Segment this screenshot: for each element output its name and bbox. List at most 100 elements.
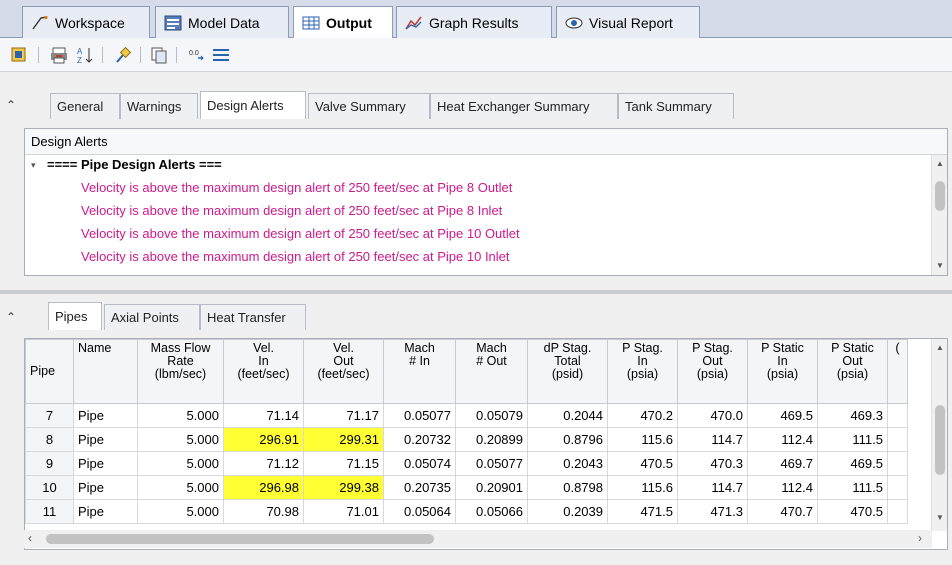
- table-cell[interactable]: 112.4: [747, 427, 818, 452]
- scroll-thumb[interactable]: [935, 405, 945, 475]
- scroll-down-icon[interactable]: ▼: [932, 513, 947, 522]
- table-cell[interactable]: 0.05074: [383, 451, 456, 476]
- table-cell[interactable]: 469.3: [817, 403, 888, 428]
- table-cell[interactable]: Pipe: [73, 475, 138, 500]
- table-cell[interactable]: 0.8798: [527, 475, 608, 500]
- table-cell[interactable]: 470.7: [747, 499, 818, 524]
- table-cell[interactable]: 71.15: [303, 451, 384, 476]
- column-header[interactable]: Vel. Out (feet/sec): [303, 339, 384, 404]
- column-header[interactable]: P Static Out (psia): [817, 339, 888, 404]
- table-cell[interactable]: 5.000: [137, 499, 224, 524]
- tab-pipes[interactable]: Pipes: [48, 302, 102, 330]
- tab-workspace[interactable]: Workspace: [22, 6, 150, 38]
- table-cell[interactable]: 114.7: [677, 475, 748, 500]
- table-cell[interactable]: 469.7: [747, 451, 818, 476]
- table-cell[interactable]: Pipe: [73, 451, 138, 476]
- table-cell[interactable]: Pipe: [73, 499, 138, 524]
- column-header[interactable]: Pipe: [25, 339, 74, 404]
- scroll-thumb[interactable]: [935, 181, 945, 211]
- alert-line[interactable]: Velocity is above the maximum design ale…: [81, 249, 510, 264]
- panel-splitter[interactable]: [0, 290, 952, 294]
- table-vertical-scrollbar[interactable]: ▲ ▼: [931, 339, 947, 531]
- table-horizontal-scrollbar[interactable]: ‹ ›: [24, 530, 932, 548]
- table-cell[interactable]: 0.20732: [383, 427, 456, 452]
- select-output-icon[interactable]: [10, 46, 28, 64]
- table-cell[interactable]: 71.01: [303, 499, 384, 524]
- table-cell[interactable]: 0.05077: [455, 451, 528, 476]
- column-header[interactable]: Name: [73, 339, 138, 404]
- print-icon[interactable]: [50, 46, 68, 64]
- scroll-left-icon[interactable]: ‹: [28, 531, 32, 545]
- column-header[interactable]: Mass Flow Rate (lbm/sec): [137, 339, 224, 404]
- table-row[interactable]: 11 Pipe 5.000 70.98 71.01 0.05064 0.05066 0.203…: [25, 499, 908, 524]
- table-cell[interactable]: 470.2: [607, 403, 678, 428]
- column-header[interactable]: (: [887, 339, 908, 404]
- pin-icon[interactable]: [114, 46, 132, 64]
- table-cell[interactable]: 5.000: [137, 427, 224, 452]
- table-cell[interactable]: 71.17: [303, 403, 384, 428]
- table-cell[interactable]: 296.98: [223, 475, 304, 500]
- pipe-id-cell[interactable]: 10: [25, 475, 74, 500]
- table-cell[interactable]: 470.0: [677, 403, 748, 428]
- decimal-format-icon[interactable]: 0.0: [188, 46, 206, 64]
- sort-az-icon[interactable]: AZ: [76, 46, 94, 65]
- alerts-vertical-scrollbar[interactable]: ▲ ▼: [931, 155, 947, 275]
- scroll-right-icon[interactable]: ›: [918, 531, 922, 545]
- pipe-id-cell[interactable]: 11: [25, 499, 74, 524]
- collapse-chevron-icon[interactable]: ⌃: [6, 311, 18, 323]
- table-cell[interactable]: 0.20735: [383, 475, 456, 500]
- table-cell[interactable]: 0.05077: [383, 403, 456, 428]
- pipe-id-cell[interactable]: 9: [25, 451, 74, 476]
- table-cell[interactable]: 469.5: [817, 451, 888, 476]
- scroll-up-icon[interactable]: ▲: [932, 343, 947, 352]
- table-row[interactable]: 9 Pipe 5.000 71.12 71.15 0.05074 0.05077 0.2043…: [25, 451, 908, 476]
- table-cell[interactable]: 115.6: [607, 427, 678, 452]
- tab-heat-exchanger-summary[interactable]: Heat Exchanger Summary: [430, 93, 618, 119]
- column-header[interactable]: Mach # Out: [455, 339, 528, 404]
- table-cell[interactable]: 470.5: [817, 499, 888, 524]
- collapse-chevron-icon[interactable]: ⌃: [6, 99, 18, 111]
- pipe-id-cell[interactable]: 7: [25, 403, 74, 428]
- table-cell[interactable]: 0.2044: [527, 403, 608, 428]
- tab-graph-results[interactable]: Graph Results: [396, 6, 552, 38]
- table-cell[interactable]: 115.6: [607, 475, 678, 500]
- table-cell[interactable]: 299.38: [303, 475, 384, 500]
- table-cell[interactable]: 470.3: [677, 451, 748, 476]
- tab-axial-points[interactable]: Axial Points: [104, 304, 200, 330]
- tab-heat-transfer[interactable]: Heat Transfer: [200, 304, 306, 330]
- table-cell[interactable]: 296.91: [223, 427, 304, 452]
- table-cell[interactable]: 471.3: [677, 499, 748, 524]
- table-cell[interactable]: 5.000: [137, 403, 224, 428]
- table-row[interactable]: 10 Pipe 5.000 296.98 299.38 0.20735 0.20901 0.8…: [25, 475, 908, 500]
- table-cell[interactable]: 0.20901: [455, 475, 528, 500]
- table-cell[interactable]: 0.05064: [383, 499, 456, 524]
- table-row[interactable]: 8 Pipe 5.000 296.91 299.31 0.20732 0.20899 0.87…: [25, 427, 908, 452]
- table-cell[interactable]: 5.000: [137, 475, 224, 500]
- tab-visual-report[interactable]: Visual Report: [556, 6, 700, 38]
- alert-line[interactable]: Velocity is above the maximum design ale…: [81, 203, 502, 218]
- table-cell[interactable]: 114.7: [677, 427, 748, 452]
- table-cell[interactable]: 71.12: [223, 451, 304, 476]
- table-cell[interactable]: 111.5: [817, 475, 888, 500]
- table-cell[interactable]: 471.5: [607, 499, 678, 524]
- expand-triangle-icon[interactable]: ▾: [31, 160, 36, 171]
- alert-line[interactable]: Velocity is above the maximum design ale…: [81, 180, 512, 195]
- tab-valve-summary[interactable]: Valve Summary: [308, 93, 430, 119]
- table-row[interactable]: 7 Pipe 5.000 71.14 71.17 0.05077 0.05079 0.2044…: [25, 403, 908, 428]
- table-cell[interactable]: 71.14: [223, 403, 304, 428]
- list-view-icon[interactable]: [212, 46, 230, 64]
- table-cell[interactable]: 0.05079: [455, 403, 528, 428]
- scroll-down-icon[interactable]: ▼: [932, 261, 948, 270]
- table-cell[interactable]: 470.5: [607, 451, 678, 476]
- tab-design-alerts[interactable]: Design Alerts: [200, 91, 306, 119]
- table-cell[interactable]: 299.31: [303, 427, 384, 452]
- column-header[interactable]: Vel. In (feet/sec): [223, 339, 304, 404]
- copy-icon[interactable]: [150, 46, 168, 64]
- table-cell[interactable]: Pipe: [73, 403, 138, 428]
- column-header[interactable]: P Stag. In (psia): [607, 339, 678, 404]
- table-cell[interactable]: 0.20899: [455, 427, 528, 452]
- tab-general[interactable]: General: [50, 93, 120, 119]
- table-cell[interactable]: 0.8796: [527, 427, 608, 452]
- tab-warnings[interactable]: Warnings: [120, 93, 198, 119]
- table-cell[interactable]: 469.5: [747, 403, 818, 428]
